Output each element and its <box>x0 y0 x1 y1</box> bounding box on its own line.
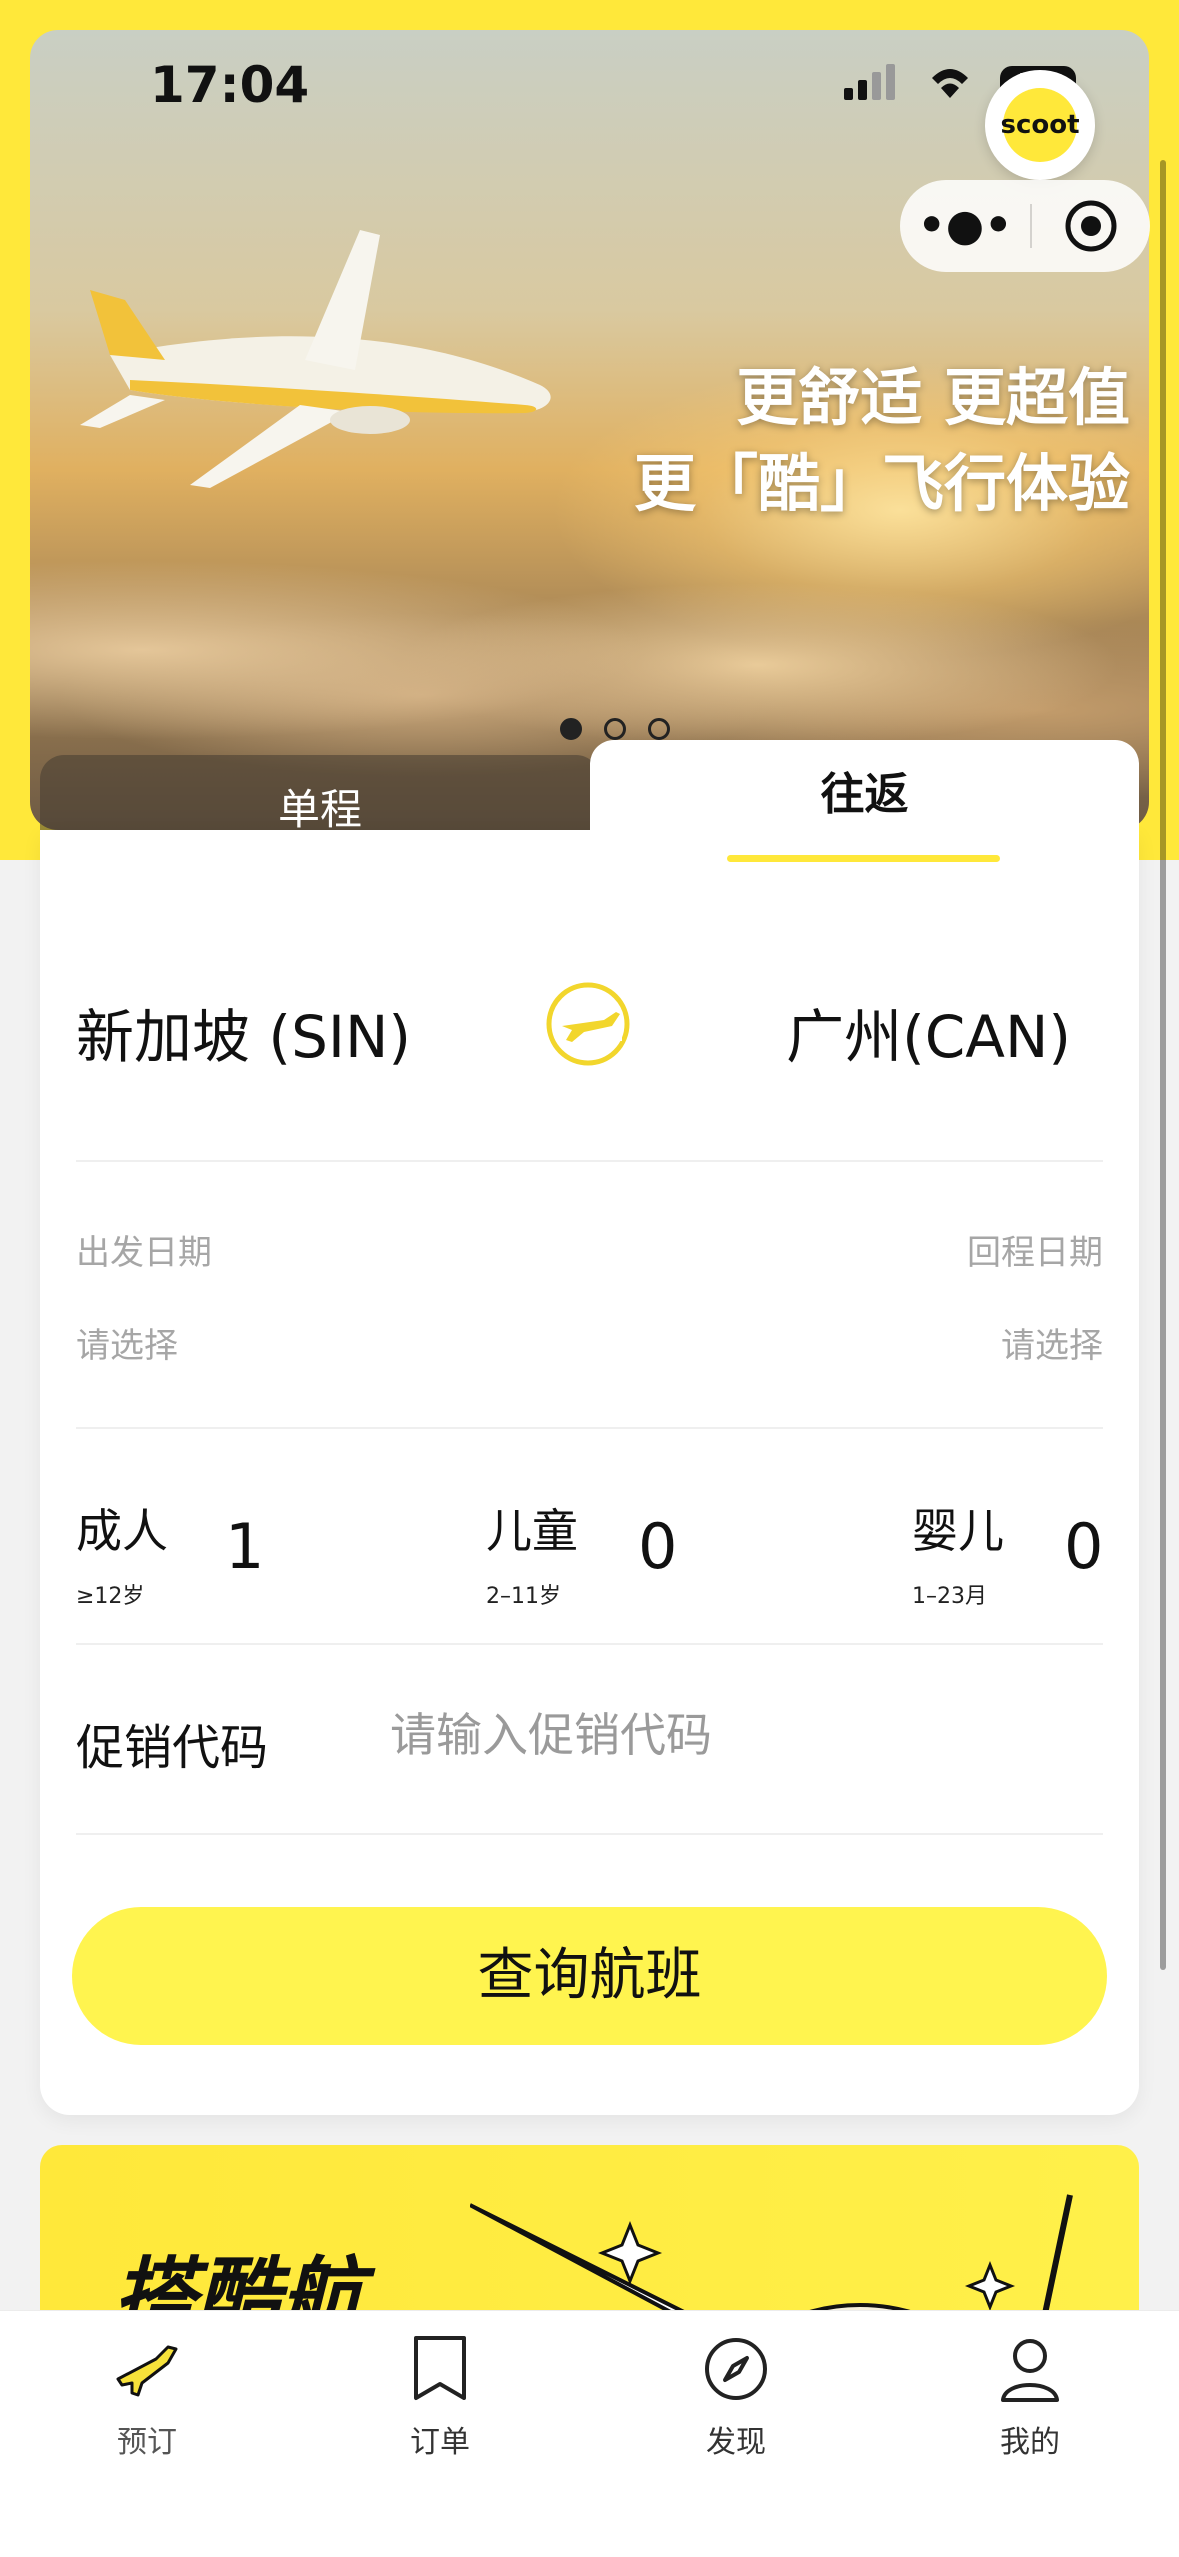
signal-wifi-icons <box>844 64 968 100</box>
adult-count[interactable]: 1 <box>225 1510 264 1583</box>
slogan-line-1: 更舒适 更超值 <box>736 361 1130 434</box>
divider <box>76 1427 1103 1429</box>
tab-booking-label: 预订 <box>117 2425 177 2460</box>
return-date-label: 回程日期 <box>967 1233 1103 1273</box>
hero-slogan: 更舒适 更超值 更「酷」飞行体验 <box>630 355 1130 527</box>
carousel-dot-3[interactable] <box>648 718 670 740</box>
destination-city[interactable]: 广州(CAN) <box>786 990 1071 1074</box>
depart-date-label: 出发日期 <box>76 1233 212 1273</box>
tab-orders-label: 订单 <box>410 2425 470 2460</box>
tab-orders[interactable]: 订单 <box>350 2329 530 2461</box>
tab-discover-label: 发现 <box>706 2425 766 2460</box>
child-age-note: 2–11岁 <box>486 1584 561 1609</box>
scoot-logo-disc: scoot <box>1000 88 1080 162</box>
compass-icon <box>705 2338 767 2400</box>
adult-label: 成人 <box>76 1504 168 1558</box>
divider <box>76 1160 1103 1162</box>
promo-code-input[interactable] <box>390 1700 1090 1770</box>
more-dots-icon[interactable]: •●• <box>900 180 1030 272</box>
search-flights-button[interactable]: 查询航班 <box>72 1907 1107 2045</box>
miniprogram-capsule: •●• <box>900 180 1150 272</box>
wifi-icon <box>932 69 968 98</box>
scrollbar[interactable] <box>1160 160 1166 1970</box>
hero-banner[interactable]: 更舒适 更超值 更「酷」飞行体验 <box>30 30 1149 830</box>
child-label: 儿童 <box>486 1504 578 1558</box>
user-icon <box>1001 2339 1059 2402</box>
depart-date-picker[interactable]: 请选择 <box>76 1318 178 1367</box>
status-time: 17:04 <box>150 56 310 114</box>
return-date-picker[interactable]: 请选择 <box>1001 1318 1103 1367</box>
swap-route-button[interactable] <box>544 980 632 1068</box>
tab-me[interactable]: 我的 <box>940 2329 1120 2461</box>
scoot-logo-text: scoot <box>1000 110 1080 140</box>
divider <box>76 1833 1103 1835</box>
adult-age-note: ≥12岁 <box>76 1584 145 1609</box>
slogan-line-2: 更「酷」飞行体验 <box>633 447 1130 520</box>
bottom-tab-bar: 预订 订单 发现 我的 <box>0 2310 1179 2557</box>
signal-icon <box>844 88 853 100</box>
airplane-illustration <box>80 230 551 488</box>
carousel-dot-2[interactable] <box>604 718 626 740</box>
tab-active-underline <box>727 855 1000 862</box>
swap-plane-icon <box>546 982 630 1066</box>
origin-city[interactable]: 新加坡 (SIN) <box>76 990 411 1074</box>
plane-icon <box>116 2345 178 2397</box>
target-close-icon[interactable] <box>1032 198 1150 254</box>
carousel-dot-1[interactable] <box>560 718 582 740</box>
child-count[interactable]: 0 <box>638 1510 677 1583</box>
divider <box>76 1643 1103 1645</box>
tab-discover[interactable]: 发现 <box>646 2329 826 2461</box>
tab-booking[interactable]: 预订 <box>57 2329 237 2461</box>
infant-count[interactable]: 0 <box>1064 1510 1103 1583</box>
infant-age-note: 1–23月 <box>912 1584 987 1609</box>
promo-code-label: 促销代码 <box>76 1720 269 1776</box>
bookmark-icon <box>414 2336 466 2400</box>
tab-round-trip[interactable]: 往返 <box>590 740 1139 860</box>
carousel-indicator[interactable] <box>560 718 670 740</box>
scoot-logo: scoot <box>985 70 1095 180</box>
infant-label: 婴儿 <box>912 1504 1004 1558</box>
tab-me-label: 我的 <box>1000 2425 1060 2460</box>
